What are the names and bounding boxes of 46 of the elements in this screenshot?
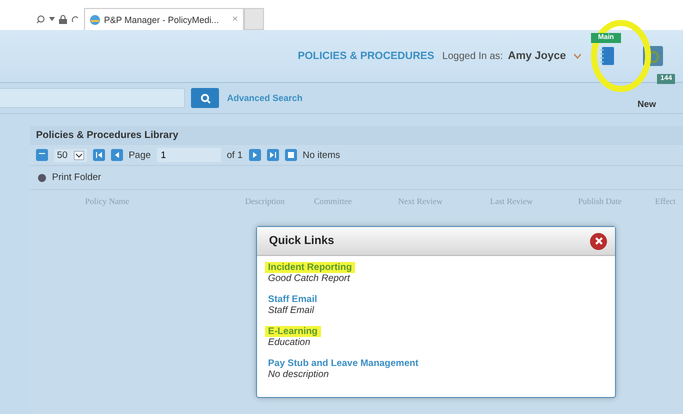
caret-icon[interactable] bbox=[49, 17, 55, 21]
column-header[interactable]: Last Review bbox=[490, 196, 533, 206]
link-description: Education bbox=[267, 337, 310, 348]
column-header[interactable]: Next Review bbox=[398, 196, 443, 206]
search-field[interactable] bbox=[0, 88, 185, 108]
library-title: Policies & Procedures Library bbox=[30, 126, 683, 145]
status-text: No items bbox=[302, 150, 340, 160]
previous-page-icon[interactable] bbox=[110, 149, 123, 161]
quick-link[interactable]: Incident Reporting bbox=[265, 262, 355, 273]
column-header[interactable]: Committee bbox=[314, 196, 352, 206]
dialog-title: Quick Links bbox=[269, 235, 334, 247]
caret-icon[interactable] bbox=[74, 150, 84, 160]
user-name[interactable]: Amy Joyce bbox=[508, 50, 566, 62]
first-page-icon[interactable] bbox=[92, 149, 105, 161]
app-title[interactable]: POLICIES & PROCEDURES bbox=[298, 50, 434, 62]
close-button[interactable] bbox=[590, 232, 607, 250]
page-field[interactable]: 1 bbox=[156, 148, 221, 162]
globe-icon bbox=[90, 14, 100, 24]
book-icon[interactable] bbox=[600, 47, 614, 65]
next-page-icon[interactable] bbox=[248, 149, 261, 161]
column-header[interactable]: Effect bbox=[655, 196, 676, 206]
search-icon bbox=[200, 92, 210, 104]
link-description: Good Catch Report bbox=[267, 273, 350, 284]
browser-tab[interactable]: P&P Manager - PolicyMedi... × bbox=[84, 8, 244, 30]
link-description: Staff Email bbox=[267, 305, 314, 316]
search-button[interactable] bbox=[191, 88, 219, 108]
print-folder-link[interactable]: Print Folder bbox=[52, 172, 102, 183]
quick-link[interactable]: Pay Stub and Leave Management bbox=[265, 358, 422, 369]
quick-link[interactable]: E-Learning bbox=[265, 326, 321, 337]
search-icon[interactable] bbox=[36, 14, 45, 24]
close-icon[interactable]: × bbox=[232, 14, 238, 25]
logged-in-label: Logged In as: bbox=[442, 50, 503, 62]
link-description: No description bbox=[267, 369, 329, 380]
page-size-select[interactable]: 50 bbox=[54, 148, 87, 162]
new-label: New bbox=[637, 99, 656, 109]
column-header[interactable]: Publish Date bbox=[578, 196, 622, 206]
tab-title: P&P Manager - PolicyMedi... bbox=[104, 14, 219, 24]
advanced-search-link[interactable]: Advanced Search bbox=[227, 93, 303, 103]
close-icon bbox=[594, 237, 602, 245]
quick-link[interactable]: Staff Email bbox=[265, 294, 320, 305]
lock-icon bbox=[59, 14, 67, 24]
column-header[interactable]: Description bbox=[245, 196, 285, 206]
page-label: Page bbox=[128, 150, 151, 160]
last-page-icon[interactable] bbox=[266, 149, 279, 161]
column-header[interactable]: Policy Name bbox=[85, 196, 130, 206]
page-count: of 1 bbox=[226, 150, 243, 160]
